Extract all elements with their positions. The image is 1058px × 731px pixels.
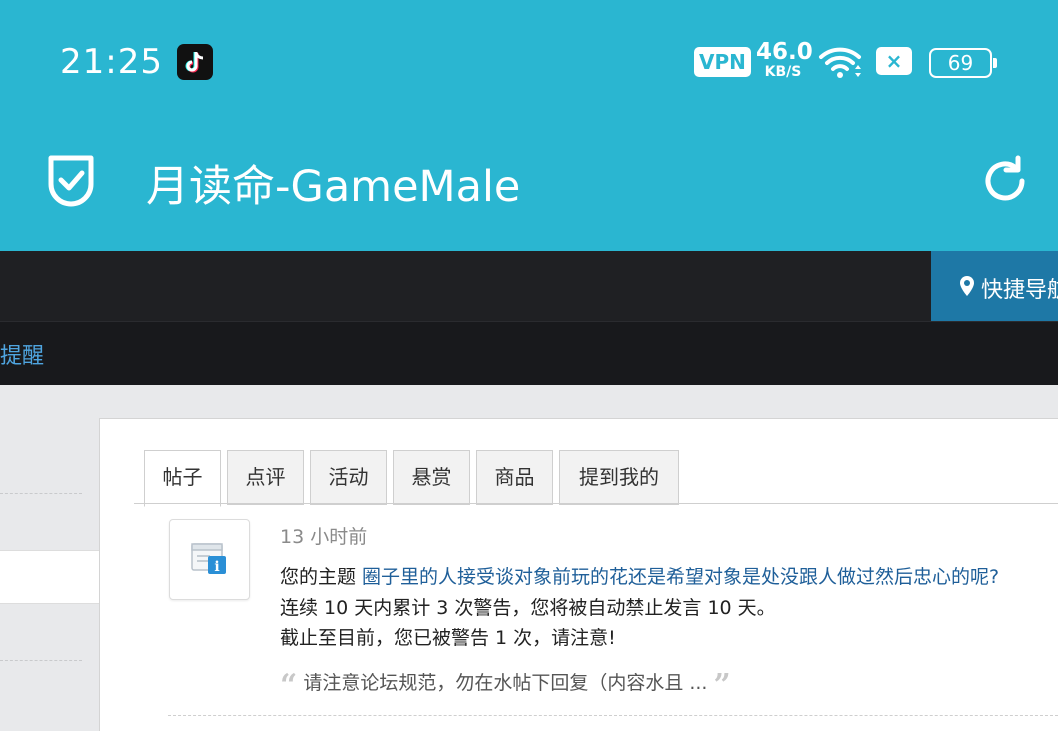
notice-line-3: 截止至目前，您已被警告 1 次，请注意! [280, 627, 616, 649]
tiktok-icon [177, 44, 213, 80]
notice-line-2: 连续 10 天内累计 3 次警告，您将被自动禁止发言 10 天。 [280, 597, 776, 619]
quick-nav-button[interactable]: 快捷导航 [931, 251, 1058, 322]
site-nav-bar [0, 251, 1058, 321]
sidebar-item-active[interactable] [0, 550, 99, 604]
sub-nav-bar [0, 321, 1058, 385]
tab-posts[interactable]: 帖子 [144, 450, 221, 507]
svg-text:i: i [214, 559, 219, 575]
quote-open-mark: “ [280, 668, 298, 703]
status-bar: 21:25 VPN 46.0 KB/S × 69 [0, 0, 1058, 120]
tab-comments[interactable]: 点评 [227, 450, 304, 505]
location-pin-icon [959, 275, 975, 303]
tab-goods[interactable]: 商品 [476, 450, 553, 505]
shield-check-icon[interactable] [44, 150, 98, 212]
network-speed-unit: KB/S [764, 64, 802, 80]
notice-line-1: 您的主题 圈子里的人接受谈对象前玩的花还是希望对象是处没跟人做过然后忠心的呢? [280, 562, 999, 589]
no-sim-icon: × [876, 47, 912, 75]
tab-rewards[interactable]: 悬赏 [393, 450, 470, 505]
network-speed: 46.0 KB/S [756, 39, 813, 80]
tab-mentions[interactable]: 提到我的 [559, 450, 679, 505]
network-speed-value: 46.0 [756, 39, 813, 65]
notice-divider [168, 715, 1058, 716]
system-notice-icon: i [169, 519, 250, 600]
tab-activities[interactable]: 活动 [310, 450, 387, 505]
status-time: 21:25 [60, 42, 163, 82]
remind-link[interactable]: 提醒 [0, 338, 44, 370]
battery-icon: 69 [929, 48, 997, 78]
sidebar-divider [0, 493, 82, 494]
page-title: 月读命-GameMale [146, 162, 521, 212]
refresh-icon[interactable] [978, 154, 1032, 212]
tab-underline [134, 503, 1058, 504]
notice-time: 13 小时前 [280, 526, 368, 548]
quick-nav-label: 快捷导航 [981, 278, 1058, 303]
quote-close-mark: ” [713, 668, 731, 703]
topic-link[interactable]: 圈子里的人接受谈对象前玩的花还是希望对象是处没跟人做过然后忠心的呢? [362, 566, 999, 588]
wifi-icon [818, 44, 864, 84]
notice-quote: “ 请注意论坛规范，勿在水帖下回复（内容水且 ... ” [280, 668, 731, 703]
app-header: 21:25 VPN 46.0 KB/S × 69 月读命-GameMale [0, 0, 1058, 251]
vpn-badge: VPN [694, 47, 751, 77]
quote-text: 请注意论坛规范，勿在水帖下回复（内容水且 ... [303, 672, 708, 694]
sidebar-divider [0, 660, 82, 661]
notice-prefix: 您的主题 [280, 566, 363, 588]
battery-level: 69 [947, 51, 974, 75]
